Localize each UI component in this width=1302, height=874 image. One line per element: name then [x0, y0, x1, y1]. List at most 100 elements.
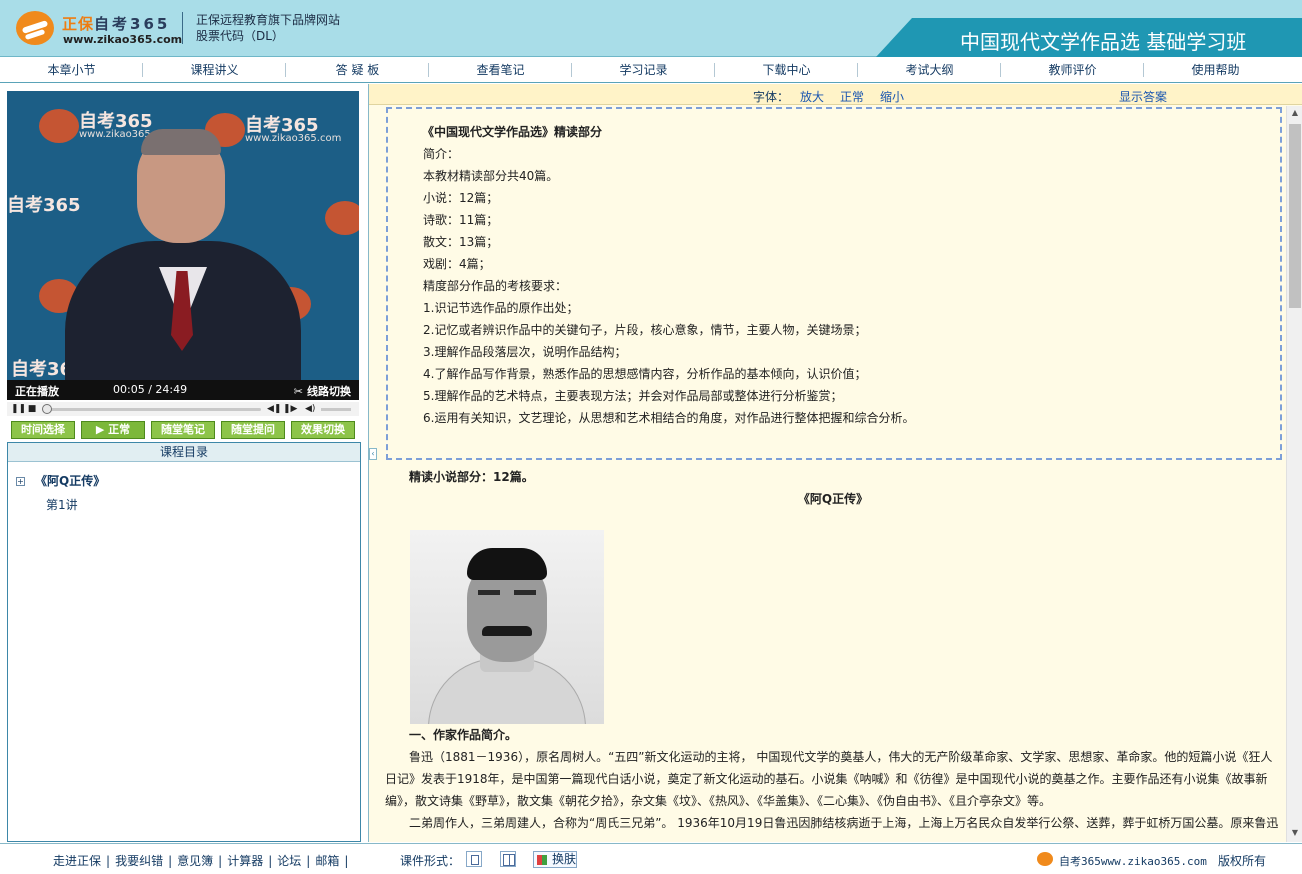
- nav-item-study-record[interactable]: 学习记录: [572, 58, 715, 82]
- header-slogan: 正保远程教育旗下品牌网站 股票代码（DL）: [196, 12, 340, 44]
- intro-line: 4.了解作品写作背景，熟悉作品的思想感情内容，分析作品的基本倾向，认识价值；: [423, 367, 867, 381]
- left-panel: 自考365 www.zikao365.com 自考365 www.zikao36…: [7, 91, 361, 842]
- catalog-title: 课程目录: [8, 443, 360, 462]
- intro-line: 3.理解作品段落层次，说明作品结构；: [423, 345, 627, 359]
- audio-mode-icon[interactable]: [466, 851, 482, 867]
- logo-brand: 正保自考365: [62, 15, 171, 33]
- intro-line: 2.记忆或者辨识作品中的关键句子，片段，核心意象，情节，主要人物，关键场景；: [423, 323, 867, 337]
- footer-link-about[interactable]: 走进正保: [53, 854, 101, 868]
- intro-line: 本教材精读部分共40篇。: [423, 169, 559, 183]
- line-switch-icon: ✂: [293, 385, 303, 398]
- nav-item-help[interactable]: 使用帮助: [1144, 58, 1287, 82]
- footer-link-calculator[interactable]: 计算器: [227, 854, 263, 868]
- bio-paragraph-1: 鲁迅（1881－1936），原名周树人。“五四”新文化运动的主将， 中国现代文学…: [385, 750, 1273, 808]
- main-nav: 本章小节 课程讲义 答 疑 板 查看笔记 学习记录 下载中心 考试大纲 教师评价…: [0, 58, 1302, 83]
- intro-line: 诗歌：11篇；: [423, 213, 499, 227]
- play-time: 00:05 / 24:49: [113, 383, 188, 396]
- slogan-line-2: 股票代码（DL）: [196, 29, 284, 43]
- catalog-node-label: 《阿Q正传》: [35, 474, 106, 488]
- progress-knob[interactable]: [42, 404, 52, 414]
- scroll-down-icon[interactable]: ▼: [1287, 828, 1302, 840]
- intro-line: 5.理解作品的艺术特点，主要表现方法；并会对作品局部或整体进行分析鉴赏；: [423, 389, 843, 403]
- nav-item-view-notes[interactable]: 查看笔记: [429, 58, 572, 82]
- volume-icon[interactable]: ◀): [305, 404, 315, 414]
- bio-heading: 一、作家作品简介。: [409, 728, 518, 742]
- header-divider: [182, 12, 183, 44]
- normal-play-label: 正常: [108, 423, 131, 436]
- line-switch-label: 线路切换: [307, 385, 351, 398]
- nav-item-exam-outline[interactable]: 考试大纲: [858, 58, 1001, 82]
- collapse-left-icon[interactable]: ‹: [369, 448, 377, 460]
- catalog-node[interactable]: + 《阿Q正传》: [16, 472, 105, 489]
- watermark-logo-icon: [325, 201, 359, 235]
- nav-item-download-center[interactable]: 下载中心: [715, 58, 858, 82]
- scroll-thumb[interactable]: [1289, 124, 1301, 308]
- class-question-button[interactable]: 随堂提问: [221, 421, 285, 439]
- site-logo[interactable]: 正保自考365 www.zikao365.com: [16, 9, 182, 49]
- logo-mark-icon: [16, 11, 54, 45]
- nav-item-chapter-summary[interactable]: 本章小节: [0, 58, 143, 82]
- change-skin-button[interactable]: 换肤: [533, 851, 577, 868]
- intro-line: 戏剧：4篇；: [423, 257, 491, 271]
- font-normal-link[interactable]: 正常: [840, 88, 864, 105]
- class-note-button[interactable]: 随堂笔记: [151, 421, 215, 439]
- prev-icon[interactable]: ◀❚: [267, 404, 281, 414]
- nav-item-qa-board[interactable]: 答 疑 板: [286, 58, 429, 82]
- split-mode-icon[interactable]: [500, 851, 516, 867]
- catalog-leaf-lecture-1[interactable]: 第1讲: [46, 496, 78, 513]
- footer-site[interactable]: 自考365www.zikao365.com: [1059, 853, 1207, 869]
- player-status-bar: 正在播放 00:05 / 24:49 ✂ 线路切换: [7, 380, 359, 400]
- author-portrait: [410, 530, 604, 724]
- logo-url: www.zikao365.com: [63, 33, 183, 46]
- time-select-button[interactable]: 时间选择: [11, 421, 75, 439]
- footer-link-report-error[interactable]: 我要纠错: [115, 854, 163, 868]
- intro-line: 简介：: [423, 147, 460, 161]
- course-title: 中国现代文学作品选 基础学习班: [960, 30, 1247, 54]
- bio-paragraph-2: 二弟周作人，三弟周建人，合称为“周氏三兄弟”。 1936年10月19日鲁迅因肺结…: [409, 816, 1279, 830]
- volume-slider[interactable]: [321, 408, 351, 411]
- font-enlarge-link[interactable]: 放大: [800, 88, 824, 105]
- watermark-text: 自考365: [7, 195, 81, 216]
- watermark-url: www.zikao365.com: [245, 133, 342, 144]
- footer-copyright: 版权所有: [1218, 854, 1267, 868]
- video-player[interactable]: 自考365 www.zikao365.com 自考365 www.zikao36…: [7, 91, 359, 400]
- progress-track[interactable]: [47, 408, 261, 411]
- intro-line: 1.识记节选作品的原作出处；: [423, 301, 579, 315]
- scroll-up-icon[interactable]: ▲: [1287, 108, 1302, 120]
- courseware-form-label: 课件形式：: [400, 854, 461, 868]
- next-icon[interactable]: ❚▶: [283, 404, 297, 414]
- font-bar: 字体： 放大 正常 缩小 显示答案: [369, 84, 1302, 105]
- footer-link-feedback[interactable]: 意见簿: [177, 854, 213, 868]
- effect-switch-button[interactable]: 效果切换: [291, 421, 355, 439]
- work-title: 《阿Q正传》: [797, 492, 869, 506]
- content-scrollbar[interactable]: ▲ ▼: [1286, 106, 1302, 842]
- font-shrink-link[interactable]: 缩小: [880, 88, 904, 105]
- intro-line: 散文：13篇；: [423, 235, 499, 249]
- play-status: 正在播放: [15, 385, 59, 398]
- player-controls: ❚❚ ■ ◀❚ ❚▶ ◀): [7, 402, 359, 416]
- lecture-content: 《中国现代文学作品选》精读部分 简介： 本教材精读部分共40篇。 小说：12篇；…: [385, 106, 1285, 842]
- nav-item-lecture-notes[interactable]: 课程讲义: [143, 58, 286, 82]
- normal-play-button[interactable]: ▶ 正常: [81, 421, 145, 439]
- header: 正保自考365 www.zikao365.com 正保远程教育旗下品牌网站 股票…: [0, 0, 1302, 57]
- intro-title: 《中国现代文学作品选》精读部分: [422, 125, 603, 139]
- footer-link-mail[interactable]: 邮箱: [315, 854, 339, 868]
- stop-icon[interactable]: ■: [27, 404, 37, 414]
- player-toolbar: 时间选择 ▶ 正常 随堂笔记 随堂提问 效果切换: [7, 419, 359, 441]
- nav-item-teacher-review[interactable]: 教师评价: [1001, 58, 1144, 82]
- section-title: 精读小说部分：12篇。: [409, 470, 534, 484]
- slogan-line-1: 正保远程教育旗下品牌网站: [196, 13, 341, 27]
- footer: 走进正保 | 我要纠错 | 意见簿 | 计算器 | 论坛 | 邮箱 | 课件形式： 换肤 自考365w…: [0, 843, 1302, 874]
- footer-links: 走进正保 | 我要纠错 | 意见簿 | 计算器 | 论坛 | 邮箱 |: [53, 854, 349, 868]
- line-switch-button[interactable]: ✂ 线路切换: [294, 383, 351, 399]
- font-label: 字体：: [753, 90, 790, 104]
- presenter-hair: [141, 129, 221, 155]
- expand-icon[interactable]: +: [16, 477, 25, 486]
- intro-line: 小说：12篇；: [423, 191, 499, 205]
- pause-icon[interactable]: ❚❚: [11, 404, 26, 414]
- footer-logo-icon: [1037, 852, 1053, 866]
- watermark-logo-icon: [39, 109, 79, 143]
- show-answer-link[interactable]: 显示答案: [1119, 88, 1167, 105]
- content-panel: 字体： 放大 正常 缩小 显示答案 ‹ 《中国现代文学作品选》精读部分 简介： …: [368, 84, 1302, 842]
- footer-link-forum[interactable]: 论坛: [277, 854, 301, 868]
